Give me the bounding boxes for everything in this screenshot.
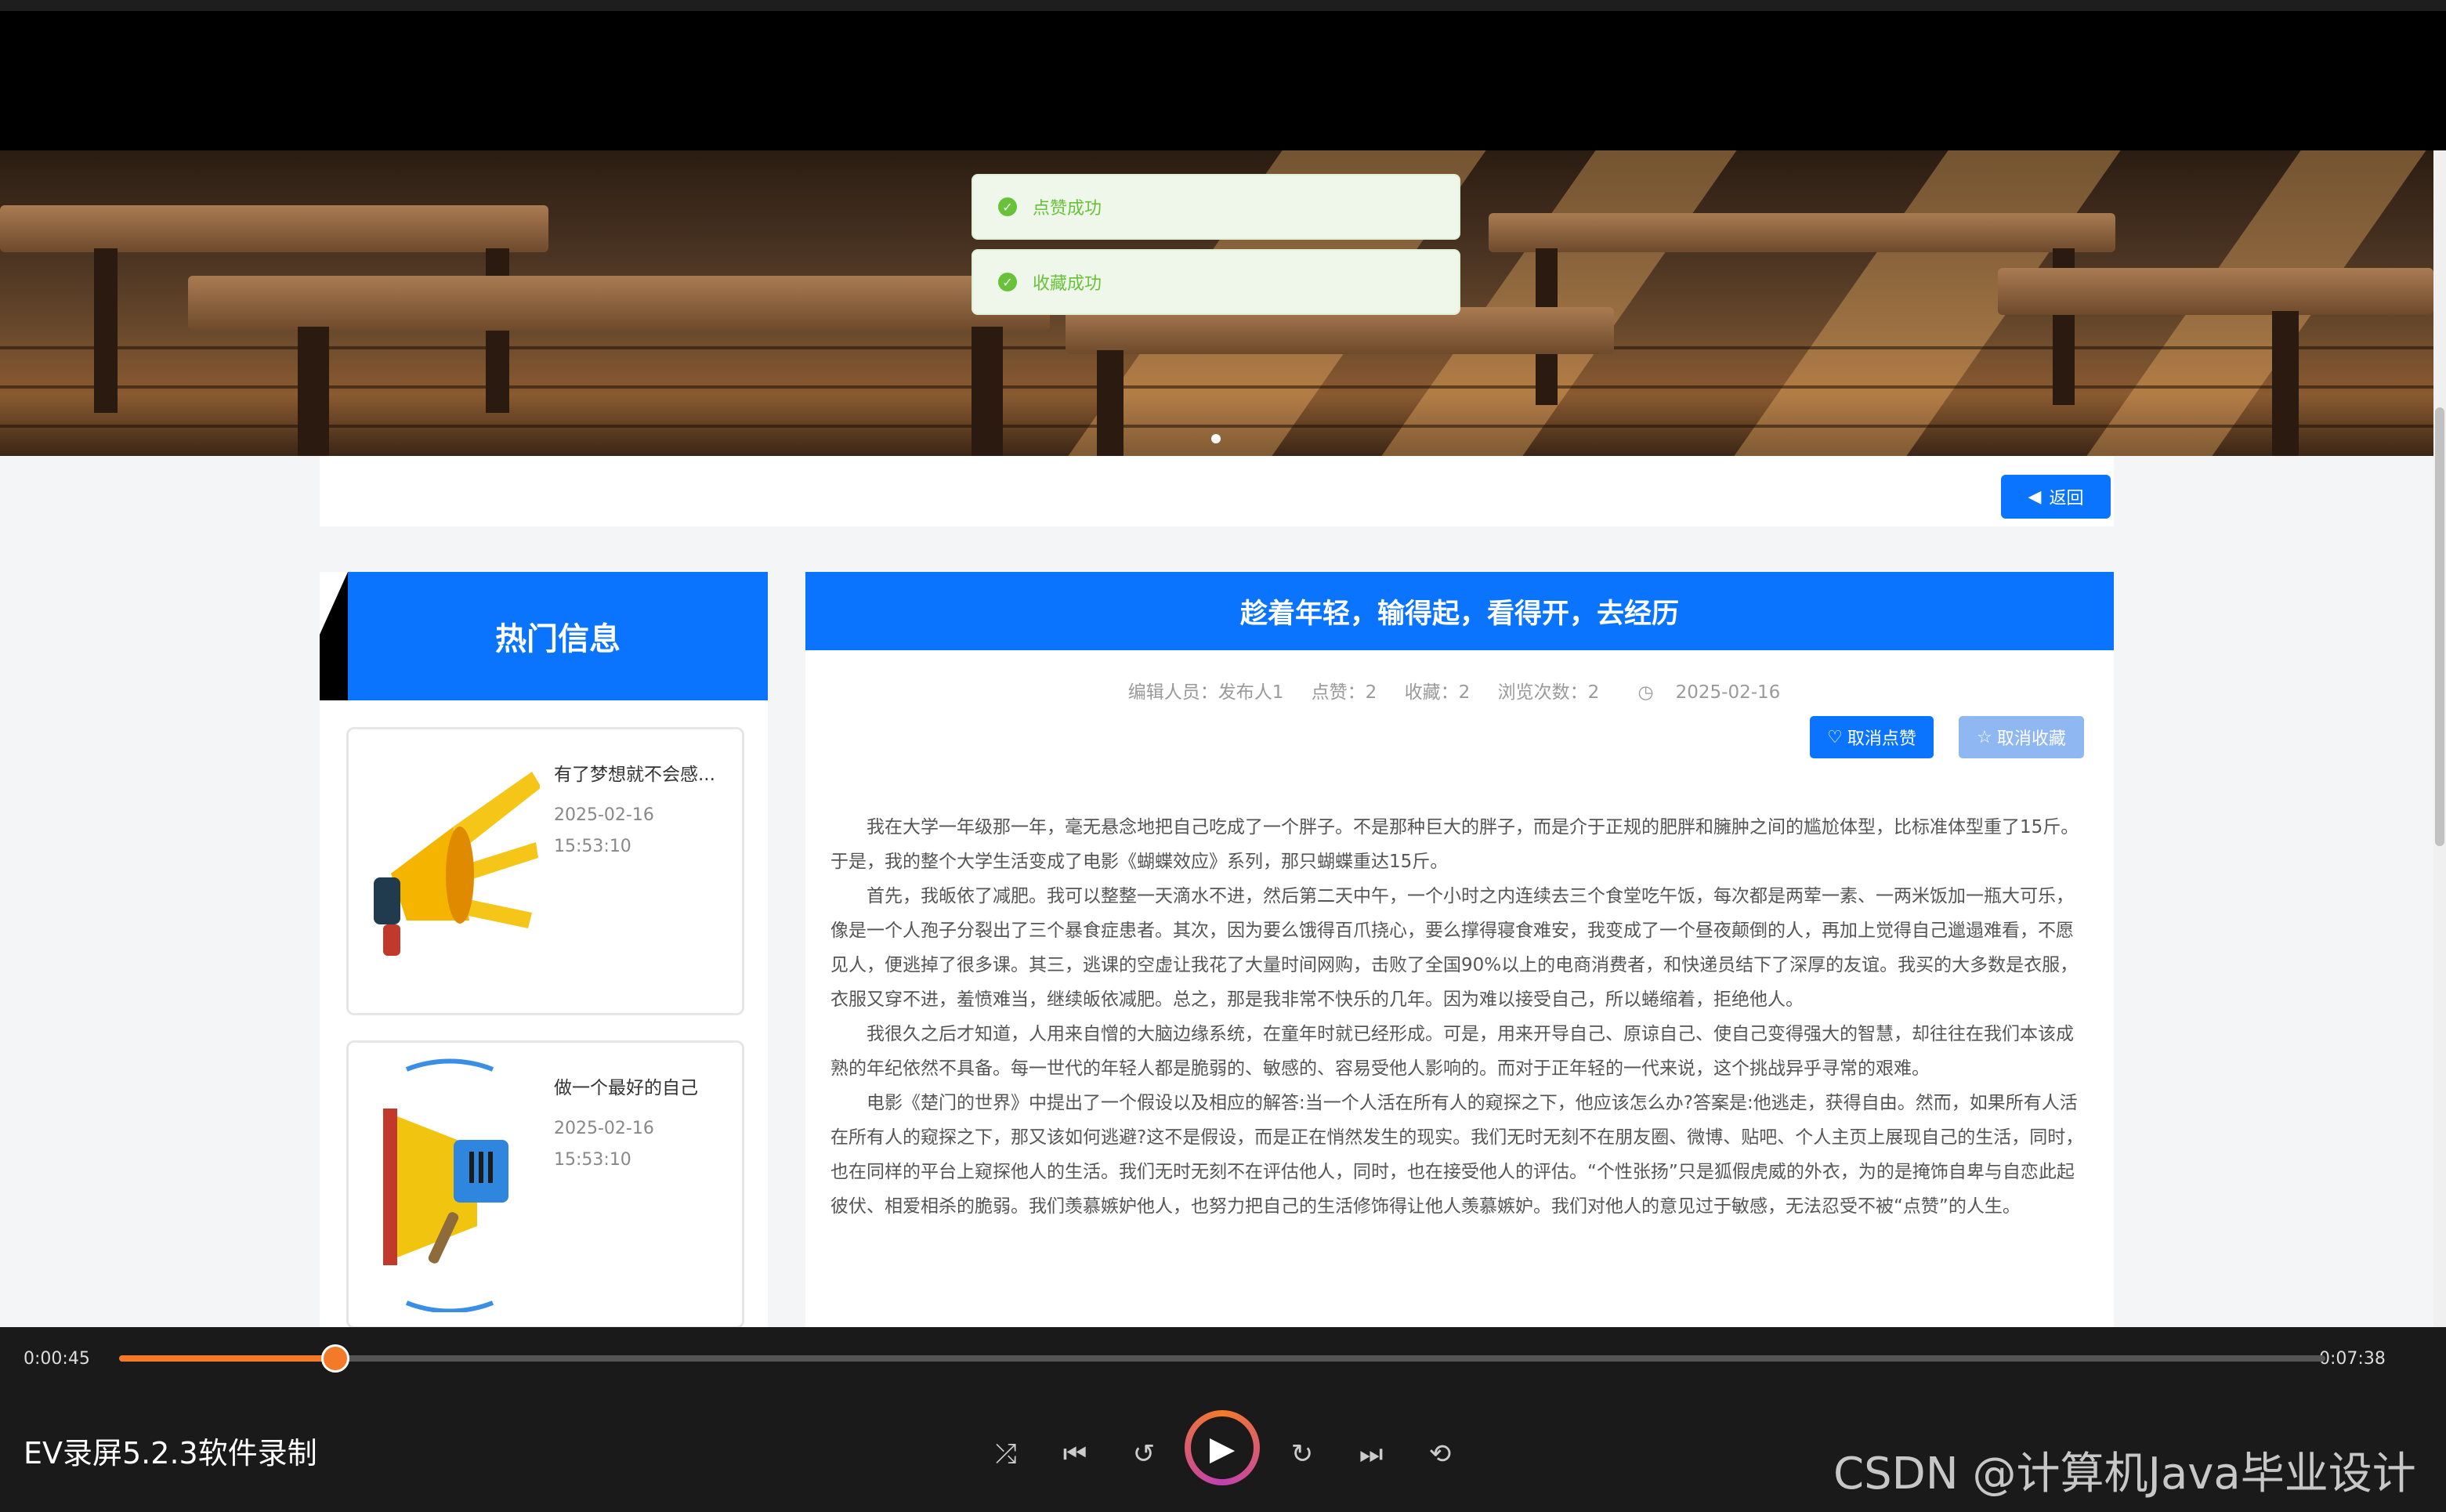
next-icon[interactable]: ⏭ (1354, 1437, 1388, 1471)
top-black-bar (0, 0, 2446, 150)
page-scrollbar-thumb[interactable] (2435, 407, 2444, 846)
hot-info-card[interactable]: 做一个最好的自己 2025-02-16 15:53:10 (346, 1040, 744, 1329)
article-paragraph: 我很久之后才知道，人用来自憎的大脑边缘系统，在童年时就已经形成。可是，用来开导自… (830, 1024, 2074, 1079)
unfavorite-button[interactable]: ☆ 取消收藏 (1959, 716, 2084, 758)
card-title[interactable]: 有了梦想就不会感... (554, 759, 734, 786)
check-circle-icon: ✓ (998, 273, 1017, 291)
caret-left-icon: ◀ (2028, 487, 2042, 507)
heart-icon: ♡ (1827, 727, 1843, 747)
seek-bar-progress (119, 1355, 335, 1362)
previous-icon[interactable]: ⏮ (1058, 1437, 1092, 1471)
megaphone-blue-icon (360, 1054, 540, 1314)
megaphone-yellow-icon (360, 740, 541, 999)
card-title[interactable]: 做一个最好的自己 (554, 1073, 734, 1099)
meta-favorites: 收藏：2 (1404, 682, 1471, 703)
star-icon: ☆ (1977, 727, 1992, 747)
play-button[interactable]: ▶ (1185, 1410, 1260, 1485)
meta-views: 浏览次数：2 (1497, 682, 1600, 703)
seek-bar[interactable] (119, 1355, 2325, 1362)
card-date: 2025-02-16 (554, 805, 654, 825)
article-paragraph: 电影《楚门的世界》中提出了一个假设以及相应的解答:当一个人活在所有人的窥探之下，… (830, 1093, 2084, 1217)
forward-30-icon[interactable]: ↻ (1285, 1437, 1319, 1471)
meta-date: 2025-02-16 (1675, 682, 1781, 703)
carousel-dot[interactable] (1211, 434, 1221, 443)
article-paragraph: 我在大学一年级那一年，毫无悬念地把自己吃成了一个胖子。不是那种巨大的胖子，而是介… (830, 817, 2079, 872)
card-time: 15:53:10 (554, 1150, 631, 1170)
clock-icon: ◷ (1637, 682, 1654, 703)
back-button[interactable]: ◀ 返回 (2001, 475, 2111, 519)
seek-knob[interactable] (321, 1344, 349, 1373)
article-meta: 编辑人员：发布人1 点赞：2 收藏：2 浏览次数：2 ◷ 2025-02-16 (805, 677, 2114, 704)
play-icon: ▶ (1191, 1416, 1254, 1479)
card-time: 15:53:10 (554, 837, 631, 856)
repeat-icon[interactable]: ⟲ (1423, 1437, 1457, 1471)
csdn-watermark: CSDN @计算机Java毕业设计 (1833, 1449, 2416, 1499)
card-date: 2025-02-16 (554, 1119, 654, 1138)
check-circle-icon: ✓ (998, 197, 1017, 216)
toast-favorite-success: ✓ 收藏成功 (972, 249, 1460, 315)
article-body: 我在大学一年级那一年，毫无悬念地把自己吃成了一个胖子。不是那种巨大的胖子，而是介… (830, 810, 2084, 1319)
sidebar-heading: 热门信息 (348, 572, 768, 700)
breadcrumb-bar (320, 456, 2114, 526)
article-title: 趁着年轻，输得起，看得开，去经历 (805, 572, 2114, 650)
rewind-10-icon[interactable]: ↺ (1127, 1437, 1161, 1471)
window-top-strip (0, 0, 2446, 11)
total-time: 0:07:38 (2319, 1349, 2386, 1369)
meta-likes: 点赞：2 (1311, 682, 1377, 703)
shuffle-icon[interactable]: ⤮ (989, 1437, 1023, 1471)
hot-info-card[interactable]: 有了梦想就不会感... 2025-02-16 15:53:10 (346, 727, 744, 1015)
meta-editor: 编辑人员：发布人1 (1127, 682, 1284, 703)
toast-like-success: ✓ 点赞成功 (972, 174, 1460, 240)
recorder-label: EV录屏5.2.3软件录制 (24, 1436, 317, 1470)
current-time: 0:00:45 (24, 1349, 90, 1369)
article-paragraph: 首先，我皈依了减肥。我可以整整一天滴水不进，然后第二天中午，一个小时之内连续去三… (830, 886, 2079, 1010)
banner-carousel: ✓ 点赞成功 ✓ 收藏成功 (0, 150, 2433, 456)
unlike-button[interactable]: ♡ 取消点赞 (1810, 716, 1934, 758)
